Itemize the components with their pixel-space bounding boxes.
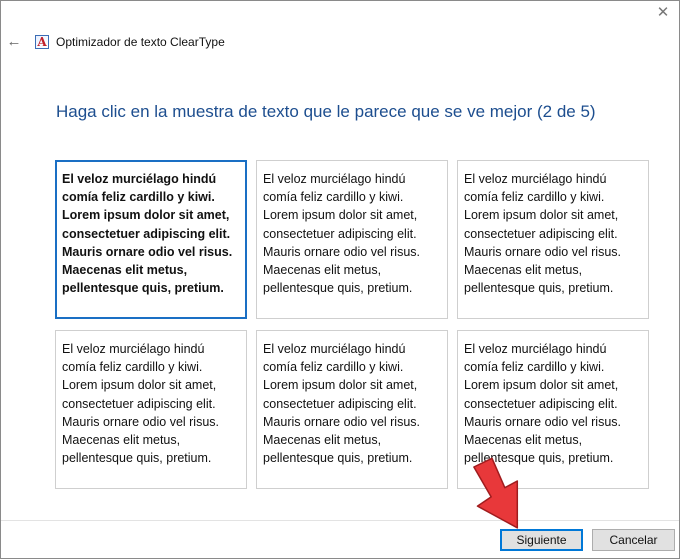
close-icon[interactable]: ✕ bbox=[651, 3, 675, 23]
sample-text: El veloz murciélago hindú comía feliz ca… bbox=[263, 342, 421, 466]
page-heading: Haga clic en la muestra de texto que le … bbox=[56, 102, 596, 121]
title-bar: ✕ bbox=[1, 1, 679, 31]
next-button[interactable]: Siguiente bbox=[500, 529, 583, 551]
cleartype-tuner-window: ✕ ← A Optimizador de texto ClearType Hag… bbox=[0, 0, 680, 559]
back-arrow-icon[interactable]: ← bbox=[5, 33, 23, 51]
text-sample-3[interactable]: El veloz murciélago hindú comía feliz ca… bbox=[457, 160, 649, 319]
text-sample-6[interactable]: El veloz murciélago hindú comía feliz ca… bbox=[457, 330, 649, 489]
cleartype-icon: A bbox=[35, 35, 49, 49]
sample-text: El veloz murciélago hindú comía feliz ca… bbox=[464, 342, 622, 466]
text-sample-1[interactable]: El veloz murciélago hindú comía feliz ca… bbox=[55, 160, 247, 319]
text-sample-5[interactable]: El veloz murciélago hindú comía feliz ca… bbox=[256, 330, 448, 489]
cancel-button[interactable]: Cancelar bbox=[592, 529, 675, 551]
text-sample-4[interactable]: El veloz murciélago hindú comía feliz ca… bbox=[55, 330, 247, 489]
sample-text: El veloz murciélago hindú comía feliz ca… bbox=[62, 342, 220, 466]
sample-text: El veloz murciélago hindú comía feliz ca… bbox=[263, 172, 421, 296]
sample-text: El veloz murciélago hindú comía feliz ca… bbox=[464, 172, 622, 296]
footer-divider bbox=[1, 520, 679, 521]
sample-text: El veloz murciélago hindú comía feliz ca… bbox=[62, 172, 233, 296]
text-sample-2[interactable]: El veloz murciélago hindú comía feliz ca… bbox=[256, 160, 448, 319]
window-title: Optimizador de texto ClearType bbox=[56, 35, 225, 49]
